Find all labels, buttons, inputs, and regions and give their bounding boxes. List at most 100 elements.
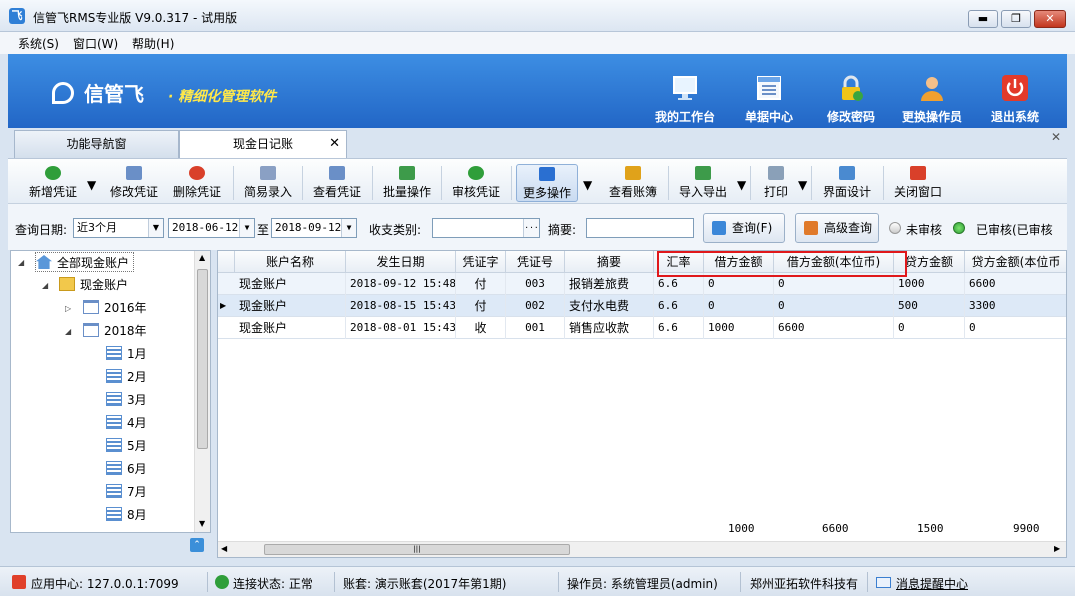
- advanced-query-button[interactable]: 高级查询: [795, 213, 879, 243]
- tree-node-month[interactable]: 3月: [106, 390, 147, 410]
- scroll-down-icon[interactable]: ▼: [199, 519, 205, 528]
- column-header[interactable]: 汇率: [654, 251, 704, 273]
- tree-node-month[interactable]: 1月: [106, 344, 147, 364]
- edit-voucher-label: 修改凭证: [109, 185, 158, 199]
- tree-node-label: 5月: [127, 439, 147, 453]
- column-header[interactable]: 贷方金额: [894, 251, 965, 273]
- period-select[interactable]: 近3个月 ▼: [73, 218, 164, 238]
- my-workbench-button[interactable]: 我的工作台: [645, 74, 725, 126]
- tab-close-icon[interactable]: ✕: [329, 131, 340, 157]
- tree-node-cash-account[interactable]: 现金账户: [59, 275, 128, 295]
- delete-voucher-button[interactable]: 删除凭证: [166, 164, 228, 202]
- edit-voucher-button[interactable]: 修改凭证: [103, 164, 165, 202]
- menu-help[interactable]: 帮助(H): [132, 35, 174, 52]
- cell-rate: 6.6: [654, 295, 704, 317]
- chevron-down-icon: ▼: [239, 219, 254, 237]
- tree-node-month[interactable]: 7月: [106, 482, 147, 502]
- type-field[interactable]: ···: [432, 218, 540, 238]
- change-password-button[interactable]: 修改密码: [811, 74, 891, 126]
- more-operations-label: 更多操作: [522, 186, 571, 200]
- start-date-picker[interactable]: 2018-06-12 ▼: [168, 218, 255, 238]
- end-date-value: 2018-09-12: [275, 221, 342, 234]
- view-ledger-button[interactable]: 查看账簿: [602, 164, 664, 202]
- unapproved-radio[interactable]: [889, 222, 901, 234]
- expand-toggle-icon[interactable]: ▷: [65, 304, 71, 313]
- edit-icon: [126, 166, 142, 180]
- add-voucher-dropdown-icon[interactable]: ▼: [87, 178, 96, 192]
- toolbar-separator: [811, 166, 812, 200]
- collapse-panel-icon[interactable]: ⌃: [190, 538, 204, 552]
- tree-node-2016[interactable]: 2016年: [83, 298, 147, 318]
- tree-node-month[interactable]: 4月: [106, 413, 147, 433]
- column-header[interactable]: 凭证号: [506, 251, 565, 273]
- more-operations-dropdown-icon[interactable]: ▼: [583, 178, 592, 192]
- operator-status: 操作员: 系统管理员(admin): [567, 577, 718, 591]
- tab-function-navigation[interactable]: 功能导航窗: [14, 130, 179, 158]
- import-export-dropdown-icon[interactable]: ▼: [737, 178, 746, 192]
- message-center-link[interactable]: 消息提醒中心: [896, 575, 968, 592]
- query-button[interactable]: 查询(F): [703, 213, 785, 243]
- tree-node-month[interactable]: 2月: [106, 367, 147, 387]
- scroll-up-icon[interactable]: ▲: [199, 253, 205, 262]
- column-header[interactable]: 借方金额(本位币): [774, 251, 894, 273]
- tree-scrollbar[interactable]: ▲ ▼: [194, 251, 210, 532]
- advanced-search-icon: [804, 221, 818, 235]
- add-voucher-button[interactable]: 新增凭证: [22, 164, 84, 202]
- check-icon: [215, 575, 229, 589]
- close-window-button[interactable]: 关闭窗口: [887, 164, 949, 202]
- approve-voucher-button[interactable]: 审核凭证: [445, 164, 507, 202]
- tree-node-all-cash-accounts[interactable]: 全部现金账户: [35, 252, 135, 272]
- unapproved-label: 未审核: [906, 223, 943, 237]
- print-button[interactable]: 打印: [754, 164, 798, 202]
- menu-system[interactable]: 系统(S): [18, 35, 59, 52]
- scroll-left-icon[interactable]: ◀: [221, 544, 227, 553]
- expand-toggle-icon[interactable]: ◢: [18, 258, 24, 267]
- tree-node-2018[interactable]: 2018年: [83, 321, 147, 341]
- power-icon: [1002, 75, 1028, 101]
- table-row[interactable]: 现金账户 2018-08-01 15:43 收 001 销售应收款 6.6 10…: [218, 317, 1066, 339]
- exit-system-button[interactable]: 退出系统: [975, 74, 1055, 126]
- table-row[interactable]: ▶ 现金账户 2018-08-15 15:43 付 002 支付水电费 6.6 …: [218, 295, 1066, 317]
- more-operations-button[interactable]: 更多操作: [516, 164, 578, 202]
- column-header[interactable]: 借方金额: [704, 251, 774, 273]
- document-center-label: 单据中心: [744, 110, 793, 124]
- grid-scroll-thumb[interactable]: |||: [264, 544, 570, 555]
- tree-scroll-thumb[interactable]: [197, 269, 208, 449]
- add-icon: [45, 166, 61, 180]
- change-operator-button[interactable]: 更换操作员: [892, 74, 972, 126]
- interface-design-button[interactable]: 界面设计: [816, 164, 878, 202]
- view-voucher-button[interactable]: 查看凭证: [306, 164, 368, 202]
- lock-icon: [842, 75, 863, 101]
- minimize-button[interactable]: ▬: [968, 10, 998, 28]
- column-header[interactable]: 发生日期: [346, 251, 456, 273]
- column-header[interactable]: 摘要: [565, 251, 654, 273]
- user-icon: [921, 77, 943, 101]
- print-dropdown-icon[interactable]: ▼: [798, 178, 807, 192]
- batch-operation-button[interactable]: 批量操作: [376, 164, 438, 202]
- import-export-button[interactable]: 导入导出: [672, 164, 734, 202]
- document-center-button[interactable]: 单据中心: [729, 74, 809, 126]
- scroll-right-icon[interactable]: ▶: [1054, 544, 1060, 553]
- expand-toggle-icon[interactable]: ◢: [42, 281, 48, 290]
- simple-entry-button[interactable]: 简易录入: [237, 164, 299, 202]
- approved-radio[interactable]: [953, 222, 965, 234]
- close-button[interactable]: ✕: [1034, 10, 1066, 28]
- cell-credit: 0: [894, 317, 965, 339]
- end-date-picker[interactable]: 2018-09-12 ▼: [271, 218, 357, 238]
- tree-node-month[interactable]: 6月: [106, 459, 147, 479]
- expand-toggle-icon[interactable]: ◢: [65, 327, 71, 336]
- summary-input[interactable]: [586, 218, 694, 238]
- tab-cash-journal[interactable]: 现金日记账 ✕: [179, 130, 347, 159]
- grid-scrollbar[interactable]: ◀ ||| ▶: [218, 541, 1066, 557]
- column-header[interactable]: 贷方金额(本位币: [965, 251, 1066, 273]
- maximize-button[interactable]: ❐: [1001, 10, 1031, 28]
- menu-window[interactable]: 窗口(W): [73, 35, 118, 52]
- ellipsis-icon[interactable]: ···: [523, 219, 539, 237]
- tree-node-month[interactable]: 8月: [106, 505, 147, 525]
- table-row[interactable]: 现金账户 2018-09-12 15:48 付 003 报销差旅费 6.6 0 …: [218, 273, 1066, 295]
- tree-node-month[interactable]: 5月: [106, 436, 147, 456]
- approve-voucher-label: 审核凭证: [451, 185, 500, 199]
- column-header[interactable]: 凭证字: [456, 251, 506, 273]
- panel-close-icon[interactable]: ✕: [1051, 130, 1061, 144]
- column-header[interactable]: 账户名称: [235, 251, 346, 273]
